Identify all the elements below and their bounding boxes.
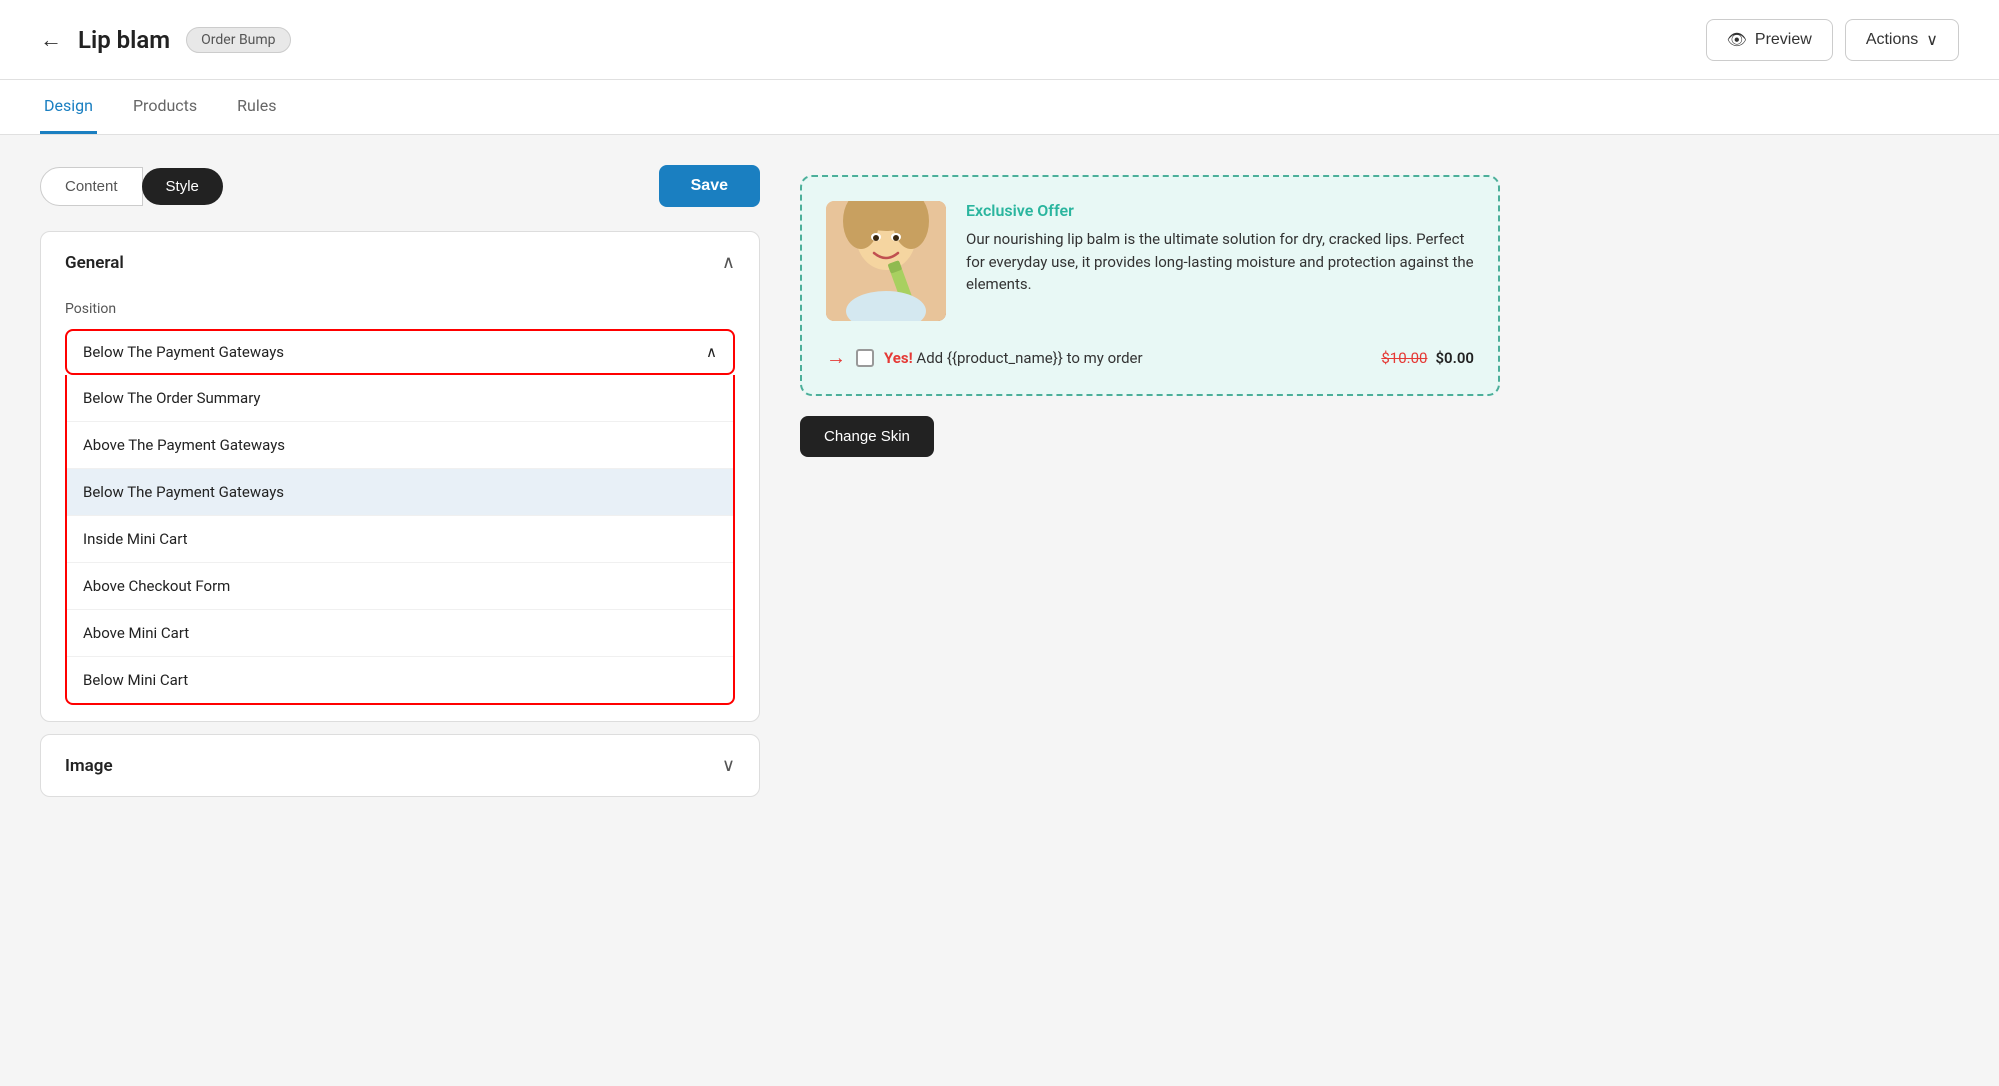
- header-right: 👁 Preview Actions ∨: [1706, 19, 1959, 61]
- page-title: Lip blam: [78, 26, 170, 54]
- preview-card-inner: Exclusive Offer Our nourishing lip balm …: [826, 201, 1474, 321]
- header-left: ← Lip blam Order Bump: [40, 26, 291, 54]
- image-section-title: Image: [65, 756, 113, 776]
- yes-label: Yes!: [884, 349, 913, 367]
- general-chevron-up-icon: ∧: [722, 252, 735, 273]
- order-bump-badge: Order Bump: [186, 27, 290, 53]
- actions-button[interactable]: Actions ∨: [1845, 19, 1959, 61]
- content-area: Content Style Save General ∧ Position Be…: [0, 135, 1999, 1081]
- general-section-title: General: [65, 253, 124, 273]
- dropdown-chevron-up-icon: ∧: [706, 343, 717, 361]
- eye-icon: 👁: [1727, 30, 1747, 50]
- product-preview-image: [826, 201, 946, 321]
- selected-position-value: Below The Payment Gateways: [83, 343, 284, 361]
- dropdown-item-above-mini-cart[interactable]: Above Mini Cart: [67, 610, 733, 657]
- preview-button[interactable]: 👁 Preview: [1706, 19, 1833, 61]
- dropdown-item-above-payment-gateways[interactable]: Above The Payment Gateways: [67, 422, 733, 469]
- change-skin-button[interactable]: Change Skin: [800, 416, 934, 457]
- dropdown-item-above-checkout-form[interactable]: Above Checkout Form: [67, 563, 733, 610]
- dropdown-item-below-payment-gateways[interactable]: Below The Payment Gateways: [67, 469, 733, 516]
- dropdown-item-below-mini-cart[interactable]: Below Mini Cart: [67, 657, 733, 703]
- position-dropdown-trigger[interactable]: Below The Payment Gateways ∧: [65, 329, 735, 375]
- top-row: Content Style Save: [40, 165, 760, 207]
- back-arrow-icon[interactable]: ←: [40, 27, 62, 53]
- right-panel: Exclusive Offer Our nourishing lip balm …: [800, 165, 1959, 1051]
- add-order-checkbox[interactable]: [856, 349, 874, 367]
- content-toggle-button[interactable]: Content: [40, 167, 143, 206]
- left-panel: Content Style Save General ∧ Position Be…: [40, 165, 760, 1051]
- general-section-header[interactable]: General ∧: [41, 232, 759, 293]
- preview-card: Exclusive Offer Our nourishing lip balm …: [800, 175, 1500, 396]
- preview-label: Preview: [1755, 31, 1812, 49]
- price-area: $10.00 $0.00: [1381, 349, 1474, 367]
- offer-description: Our nourishing lip balm is the ultimate …: [966, 228, 1474, 296]
- actions-label: Actions: [1866, 31, 1918, 49]
- current-price: $0.00: [1435, 349, 1474, 367]
- image-section: Image ∨: [40, 734, 760, 797]
- position-dropdown-menu: Below The Order Summary Above The Paymen…: [65, 375, 735, 705]
- tab-design[interactable]: Design: [40, 80, 97, 134]
- general-section: General ∧ Position Below The Payment Gat…: [40, 231, 760, 722]
- dropdown-item-inside-mini-cart[interactable]: Inside Mini Cart: [67, 516, 733, 563]
- tabs-bar: Design Products Rules: [0, 80, 1999, 135]
- tab-products[interactable]: Products: [129, 80, 201, 134]
- arrow-right-icon: →: [826, 345, 846, 370]
- content-style-toggle: Content Style: [40, 167, 223, 206]
- save-button[interactable]: Save: [659, 165, 760, 207]
- exclusive-offer-label: Exclusive Offer: [966, 201, 1474, 220]
- dropdown-scroll-wrapper[interactable]: Below The Order Summary Above The Paymen…: [67, 375, 733, 703]
- add-order-row: → Yes! Add {{product_name}} to my order …: [826, 341, 1474, 370]
- style-toggle-button[interactable]: Style: [142, 168, 223, 205]
- image-chevron-down-icon: ∨: [722, 755, 735, 776]
- tab-rules[interactable]: Rules: [233, 80, 280, 134]
- header: ← Lip blam Order Bump 👁 Preview Actions …: [0, 0, 1999, 80]
- preview-text-block: Exclusive Offer Our nourishing lip balm …: [966, 201, 1474, 296]
- original-price: $10.00: [1381, 349, 1427, 367]
- image-section-header[interactable]: Image ∨: [41, 735, 759, 796]
- add-order-text: Yes! Add {{product_name}} to my order: [884, 349, 1143, 367]
- dropdown-item-below-order-summary[interactable]: Below The Order Summary: [67, 375, 733, 422]
- actions-chevron-icon: ∨: [1926, 30, 1938, 50]
- position-label: Position: [41, 293, 759, 321]
